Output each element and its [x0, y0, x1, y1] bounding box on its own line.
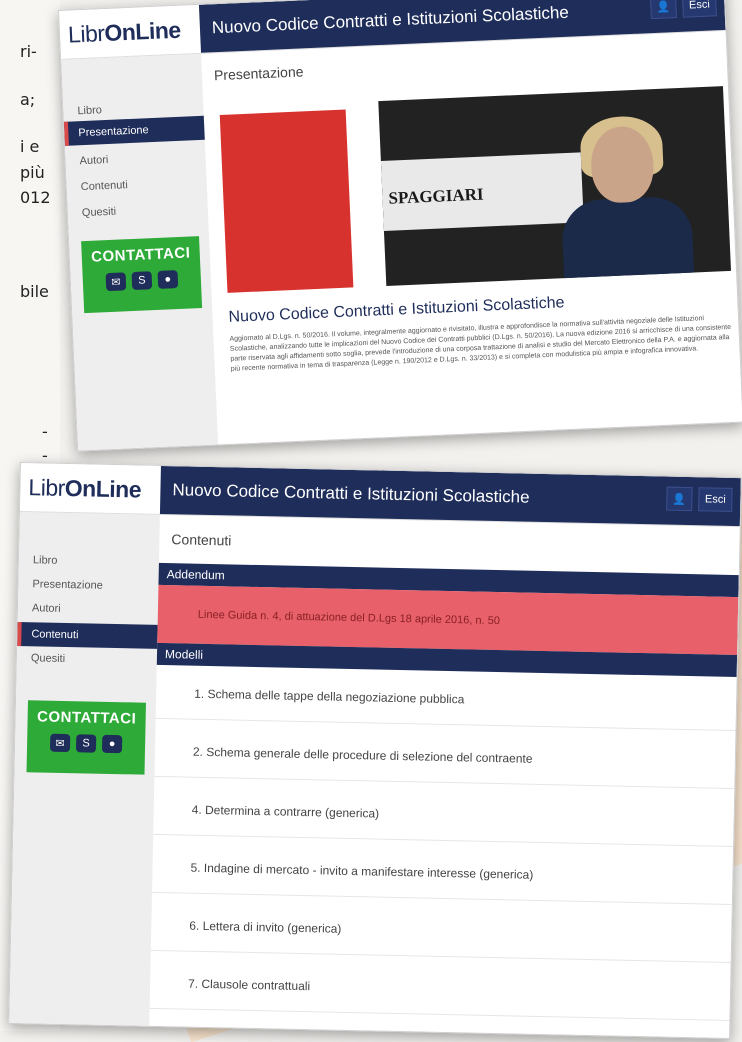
contact-box[interactable]: CONTATTACI ✉ S ●: [81, 236, 203, 314]
book-cover-image: [219, 109, 354, 293]
logo-part2: OnLine: [103, 16, 182, 46]
user-icon: 👤: [656, 0, 671, 14]
bg-fragment: ri-: [20, 42, 37, 61]
bg-fragment: -: [42, 422, 48, 441]
presentazione-screenshot: Libr OnLine Nuovo Codice Contratti e Isti…: [58, 0, 742, 452]
user-icon: 👤: [672, 493, 687, 506]
contact-label: CONTATTACI: [90, 244, 191, 266]
chat-icon[interactable]: ●: [101, 734, 123, 754]
section-title: Contenuti: [171, 531, 232, 549]
contenuti-screenshot: Libr OnLine Nuovo Codice Contratti e Isti…: [8, 462, 742, 1039]
modelli-item-link[interactable]: 6. Lettera di invito (generica): [150, 898, 732, 963]
contact-label: CONTATTACI: [36, 708, 137, 728]
mail-icon[interactable]: ✉: [49, 733, 71, 753]
user-button[interactable]: 👤: [649, 0, 677, 20]
app-title: Nuovo Codice Contratti e Istituzioni Sco…: [172, 480, 530, 507]
modelli-item-link[interactable]: 2. Schema generale delle procedure di se…: [154, 724, 736, 790]
logout-button[interactable]: Esci: [681, 0, 717, 18]
sidebar-item-quesiti[interactable]: Quesiti: [17, 646, 157, 673]
contact-box[interactable]: CONTATTACI ✉ S ●: [26, 700, 146, 775]
skype-icon[interactable]: S: [131, 271, 153, 291]
main-content: Contenuti Addendum Linee Guida n. 4, di …: [149, 515, 740, 1038]
bg-fragment: a;: [20, 90, 36, 109]
section-title: Presentazione: [213, 63, 304, 84]
sidebar-item-presentazione[interactable]: Presentazione: [18, 572, 158, 599]
video-brand-text: SPAGGIARI: [388, 184, 484, 208]
bg-fragment: più: [20, 163, 45, 182]
user-button[interactable]: 👤: [666, 486, 693, 512]
chat-icon[interactable]: ●: [157, 270, 179, 289]
modelli-item-link[interactable]: 7. Clausole contrattuali: [149, 956, 731, 1021]
sidebar-item-contenuti[interactable]: Contenuti: [17, 621, 158, 649]
sidebar: Libro Presentazione Autori Contenuti Que…: [9, 512, 160, 1026]
logo-part1: Libr: [28, 473, 66, 501]
main-content: Presentazione SPAGGIARI Nuovo Codice Con…: [201, 31, 742, 445]
app-title: Nuovo Codice Contratti e Istituzioni Sco…: [211, 2, 570, 38]
sidebar-item-autori[interactable]: Autori: [65, 144, 206, 174]
mail-icon[interactable]: ✉: [105, 272, 127, 292]
video-player[interactable]: SPAGGIARI: [378, 86, 732, 286]
book-cover-text: [230, 170, 340, 186]
sidebar: Libro Presentazione Autori Contenuti Que…: [61, 53, 219, 451]
modelli-item-link[interactable]: 1. Schema delle tappe della negoziazione…: [155, 666, 737, 732]
skype-icon[interactable]: S: [75, 734, 97, 753]
logo-part2: OnLine: [64, 474, 142, 503]
modelli-item-link[interactable]: 5. Indagine di mercato - invito a manife…: [152, 840, 733, 906]
sidebar-item-presentazione[interactable]: Presentazione: [63, 115, 205, 146]
bg-fragment: bile: [20, 282, 49, 301]
sidebar-item-quesiti[interactable]: Quesiti: [67, 196, 208, 226]
bg-fragment: 012: [20, 188, 51, 207]
sidebar-item-autori[interactable]: Autori: [18, 596, 158, 623]
bg-fragment: i e: [20, 137, 40, 156]
sidebar-item-libro[interactable]: Libro: [19, 548, 159, 575]
logo-part1: Libr: [67, 19, 105, 48]
libronline-logo[interactable]: Libr OnLine: [67, 5, 197, 59]
modelli-item-link[interactable]: 4. Determina a contrarre (generica): [153, 782, 735, 848]
logout-button[interactable]: Esci: [698, 487, 733, 512]
sidebar-item-contenuti[interactable]: Contenuti: [66, 170, 207, 200]
libronline-logo[interactable]: Libr OnLine: [28, 463, 157, 514]
